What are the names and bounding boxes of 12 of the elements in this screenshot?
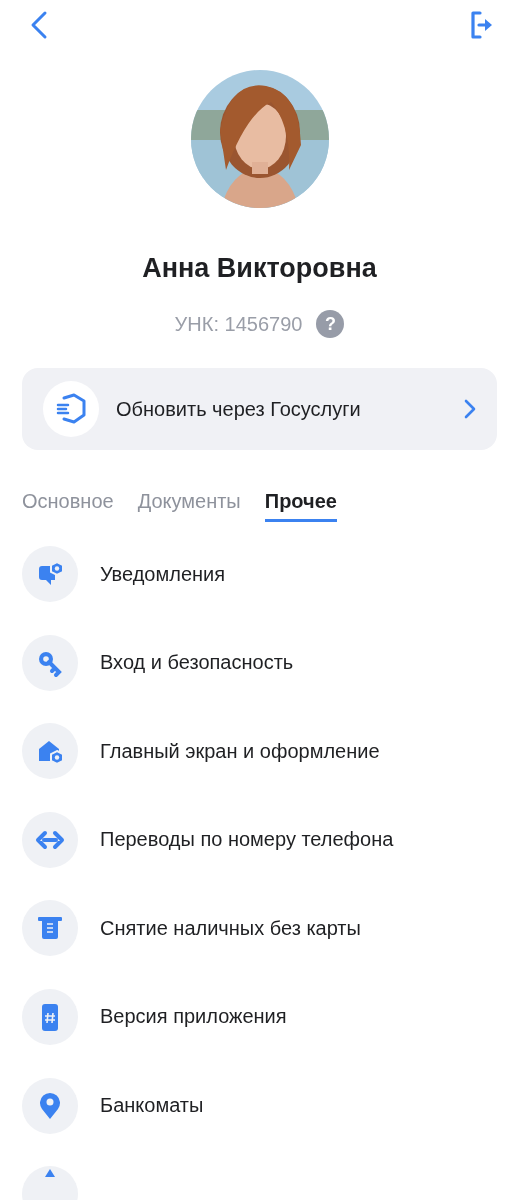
menu-item[interactable]: Вход и безопасность [100,651,294,675]
menu-item[interactable]: Уведомления [100,562,226,586]
user-id: УНК: 1456790 [174,312,303,336]
menu-item[interactable]: Снятие наличных без карты [100,916,361,940]
menu-item[interactable]: Версия приложения [100,1005,287,1029]
user-name: Анна Викторовна [142,252,377,284]
menu-item[interactable]: Главный экран и оформление [100,739,380,763]
menu-item[interactable]: Банкоматы [100,1094,204,1118]
gosuslugi-button[interactable]: Обновить через Госуслуги [22,368,497,450]
tab[interactable]: Прочее [264,490,337,522]
menu-item[interactable]: Переводы по номеру телефона [100,828,394,852]
chevron-right-icon [463,398,477,420]
